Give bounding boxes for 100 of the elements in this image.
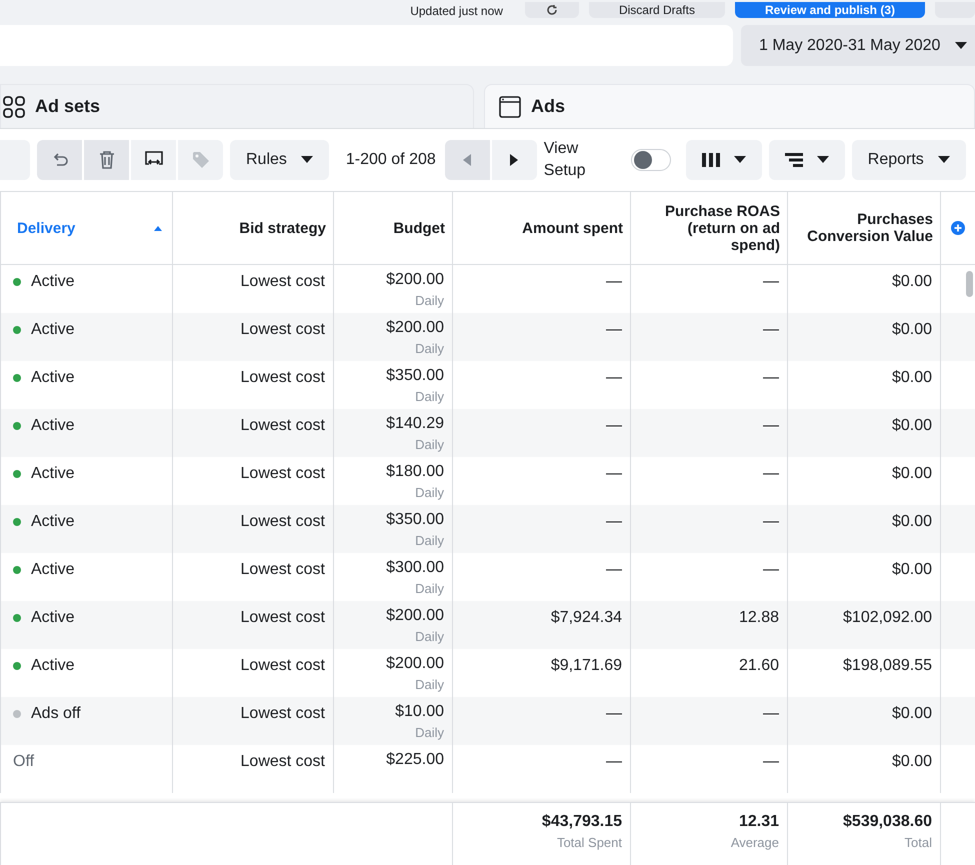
window-icon <box>499 96 521 118</box>
table-cell: — <box>606 369 622 387</box>
caret-icon <box>816 156 829 164</box>
table-cell: $200.00 <box>386 319 444 337</box>
columns-button[interactable] <box>686 140 762 180</box>
budget-period: Daily <box>415 581 444 596</box>
budget-period: Daily <box>415 533 444 548</box>
table-cell: $140.29 <box>386 415 444 433</box>
table-cell: Lowest cost <box>240 561 325 579</box>
table-cell: 21.60 <box>738 657 779 675</box>
table-cell: — <box>606 753 622 771</box>
total-label: Total <box>904 835 932 850</box>
add-column-icon[interactable] <box>951 221 965 235</box>
table-cell: Lowest cost <box>240 705 325 723</box>
right-triangle-icon <box>510 154 518 166</box>
breakdown-button[interactable] <box>768 140 845 180</box>
total-label: Average <box>730 835 779 850</box>
refresh-icon <box>544 4 559 16</box>
table-cell: $0.00 <box>892 369 932 387</box>
budget-period: Daily <box>415 677 444 692</box>
table-cell: $300.00 <box>386 559 444 577</box>
table-cell: Lowest cost <box>240 513 325 531</box>
rules-button[interactable]: Rules <box>230 140 329 180</box>
column-header[interactable]: Purchases Conversion Value <box>795 211 933 245</box>
date-range-button[interactable]: 1 May 2020-31 May 2020 <box>741 25 975 66</box>
left-triangle-icon <box>463 154 472 166</box>
column-header[interactable]: Budget <box>393 220 445 236</box>
view-setup-label: View Setup <box>544 139 587 181</box>
delivery-status: Active <box>31 609 75 627</box>
table-cell: $200.00 <box>386 607 444 625</box>
table-cell: — <box>606 465 622 483</box>
column-header[interactable]: Bid strategy <box>239 220 326 236</box>
total-value: 12.31 <box>738 813 779 831</box>
delivery-status: Active <box>31 273 75 291</box>
table-cell: $0.00 <box>892 465 932 483</box>
budget-period: Daily <box>415 437 444 452</box>
delivery-status: Ads off <box>31 705 81 723</box>
view-setup-toggle[interactable] <box>630 149 671 171</box>
sort-ascending-icon <box>154 226 162 230</box>
table-cell: Lowest cost <box>240 321 325 339</box>
table-cell: — <box>763 705 779 723</box>
table-cell: $198,089.55 <box>843 657 932 675</box>
tab[interactable]: Ad sets <box>0 84 474 128</box>
table-cell: — <box>763 273 779 291</box>
table-cell: Lowest cost <box>240 657 325 675</box>
table-cell: Lowest cost <box>240 369 325 387</box>
scrollbar-thumb[interactable] <box>966 271 973 297</box>
table-cell: — <box>763 417 779 435</box>
table-cell: — <box>606 417 622 435</box>
table-cell: — <box>606 273 622 291</box>
budget-period: Daily <box>415 293 444 308</box>
table-cell: $0.00 <box>892 561 932 579</box>
table-cell: $0.00 <box>892 753 932 771</box>
table-cell: $102,092.00 <box>843 609 932 627</box>
duplicate-button[interactable] <box>131 140 176 180</box>
table-cell: $200.00 <box>386 271 444 289</box>
delete-button[interactable] <box>84 140 129 180</box>
columns-icon <box>702 153 720 167</box>
table-cell: $0.00 <box>892 273 932 291</box>
budget-period: Daily <box>415 725 444 740</box>
publish-button[interactable]: Review and publish (3) <box>734 2 925 18</box>
discard-drafts-button[interactable]: Discard Drafts <box>588 2 725 18</box>
column-header[interactable]: Purchase ROAS (return on ad spend) <box>638 202 780 254</box>
table-cell: $350.00 <box>386 511 444 529</box>
table-cell: — <box>763 369 779 387</box>
delivery-status: Active <box>31 417 75 435</box>
caret-icon <box>938 156 950 164</box>
budget-period: Daily <box>415 485 444 500</box>
caret-icon <box>300 156 313 164</box>
reports-button[interactable]: Reports <box>852 140 966 180</box>
table-cell: Lowest cost <box>240 273 325 291</box>
budget-period: Daily <box>415 629 444 644</box>
table-cell: $200.00 <box>386 655 444 673</box>
delivery-status: Active <box>31 465 75 483</box>
table-cell: Lowest cost <box>240 465 325 483</box>
trash-icon <box>98 151 114 169</box>
column-header[interactable]: Amount spent <box>522 220 623 236</box>
column-header[interactable]: Delivery <box>17 220 76 236</box>
table-cell: $0.00 <box>892 705 932 723</box>
delivery-status: Active <box>31 321 75 339</box>
table-cell: $225.00 <box>386 751 444 769</box>
breakdown-icon <box>784 153 803 167</box>
caret-icon <box>734 156 746 164</box>
total-value: $43,793.15 <box>542 813 622 831</box>
table-cell: Lowest cost <box>240 417 325 435</box>
table-cell: $350.00 <box>386 367 444 385</box>
table-cell: — <box>763 753 779 771</box>
total-value: $539,038.60 <box>843 813 932 831</box>
budget-period: Daily <box>415 341 444 356</box>
table-cell: $9,171.69 <box>550 657 622 675</box>
table-cell: — <box>763 561 779 579</box>
delivery-status: Active <box>31 513 75 531</box>
refresh-button[interactable] <box>524 2 579 18</box>
table-cell: $180.00 <box>386 463 444 481</box>
next-page-button[interactable] <box>492 140 537 180</box>
table-cell: — <box>606 513 622 531</box>
undo-button[interactable] <box>37 140 82 180</box>
tab[interactable]: Ads <box>484 84 975 128</box>
grid-icon <box>3 96 25 118</box>
table-cell: Lowest cost <box>240 609 325 627</box>
